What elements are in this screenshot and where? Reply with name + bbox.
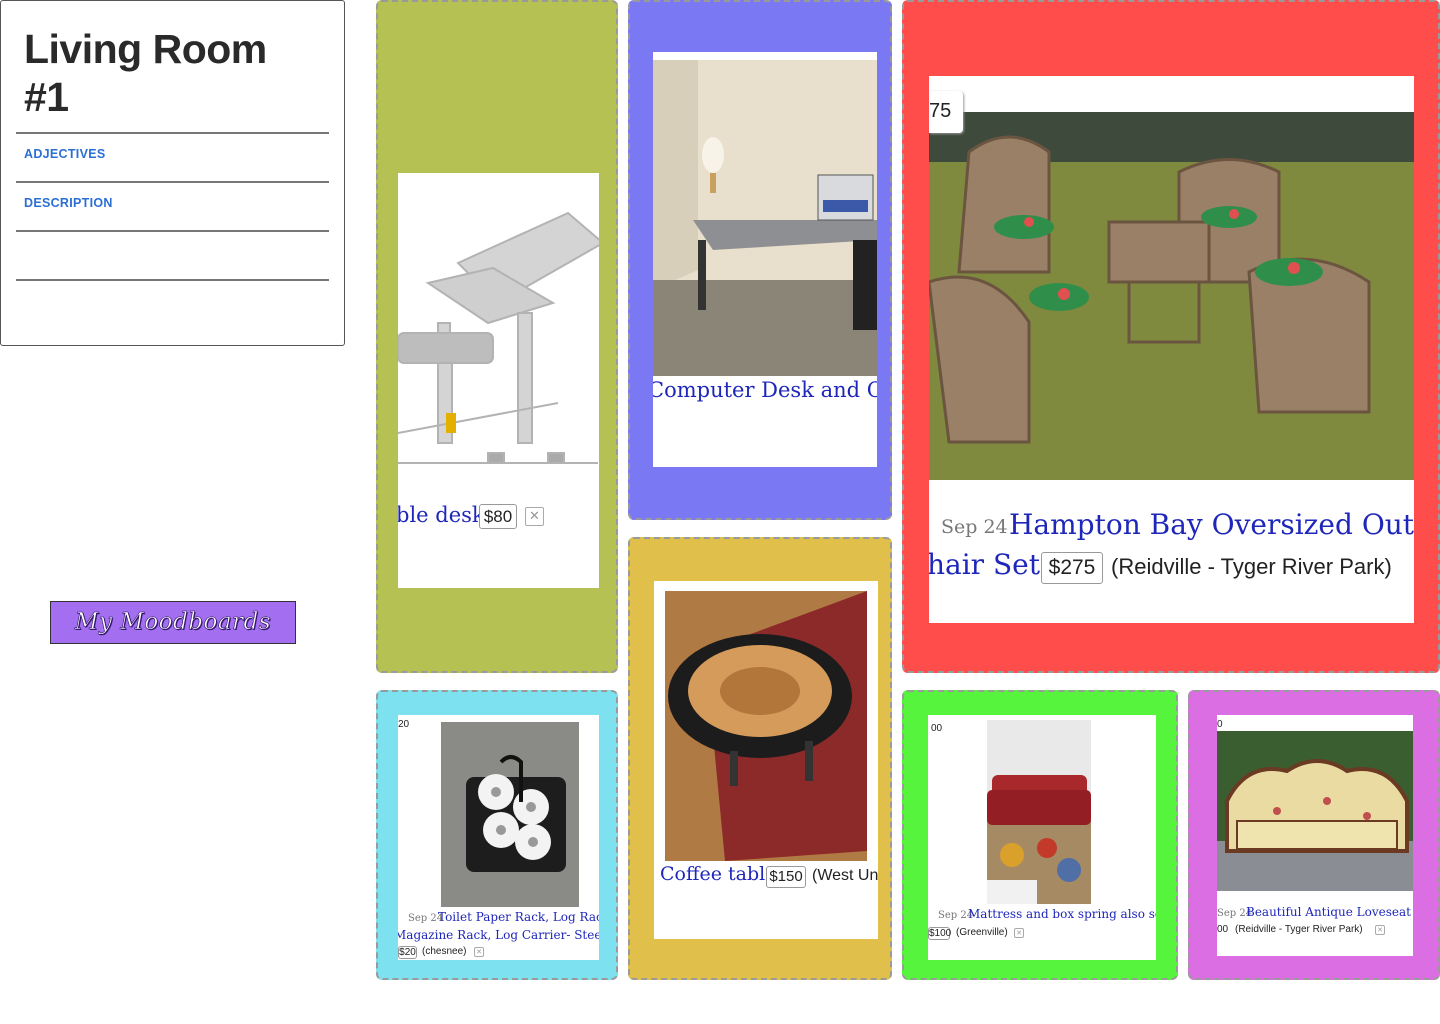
listing-location: (Reidville - Tyger River Park) xyxy=(1111,554,1392,579)
delete-icon[interactable]: ✕ xyxy=(1375,925,1385,935)
my-moodboards-button[interactable]: My Moodboards xyxy=(50,601,296,644)
listing-title-continued[interactable]: Magazine Rack, Log Carrier- Steel - Bl xyxy=(398,928,599,942)
board-info-panel: Living Room #1 ADJECTIVES DESCRIPTION xyxy=(0,0,345,346)
listing-image-count: 20 xyxy=(398,719,410,730)
listing-card: 20 Sep 24 Toilet Paper Rack, Log Rack, M… xyxy=(398,715,599,960)
listing-title-continued[interactable]: hair Set! xyxy=(929,548,1051,581)
listing-photo xyxy=(929,112,1414,480)
listing-photo xyxy=(653,60,877,376)
listing-location: (Greenville) xyxy=(956,927,1008,938)
listing-card: 00 Sep 24 Mattress and box spring also s… xyxy=(928,715,1156,960)
board-tile-hampton-bay[interactable]: 75 Sep 24 Hampton Bay Oversized Outdoor … xyxy=(902,0,1440,673)
board-tile-loveseat[interactable]: 0 Sep 24 Beautiful Antique Loveseat Set … xyxy=(1188,690,1440,980)
listing-price: $100 xyxy=(928,927,952,940)
listing-price: $275 xyxy=(1041,552,1103,584)
listing-card: 0 Sep 24 Beautiful Antique Loveseat Set … xyxy=(1217,715,1413,956)
listing-location: (chesnee) xyxy=(422,946,467,957)
adjectives-link[interactable]: ADJECTIVES xyxy=(24,147,106,161)
listing-title[interactable]: Mattress and box spring also sofa xyxy=(968,907,1156,921)
description-link[interactable]: DESCRIPTION xyxy=(24,196,113,210)
board-tile-toilet-paper-rack[interactable]: 20 Sep 24 Toilet Paper Rack, Log Rack, M… xyxy=(376,690,618,980)
listing-price: $150 xyxy=(766,866,806,888)
listing-card: Computer Desk and Chair xyxy=(653,52,877,467)
delete-icon[interactable]: ✕ xyxy=(1014,928,1024,938)
listing-photo xyxy=(441,722,579,907)
listing-title[interactable]: Beautiful Antique Loveseat Set xyxy=(1246,905,1413,919)
listing-price: 00 xyxy=(1217,924,1229,935)
listing-card: ble desk $80 ✕ xyxy=(398,173,599,588)
listing-price: $20 xyxy=(398,946,417,959)
board-title: Living Room #1 xyxy=(16,1,329,134)
listing-title[interactable]: Hampton Bay Oversized Outdoor xyxy=(1009,508,1414,541)
listing-image-count: 00 xyxy=(931,723,943,734)
board-tile-coffee-table[interactable]: Coffee table $150 (West Un xyxy=(628,537,892,980)
listing-location: (West Un xyxy=(812,867,878,884)
adjectives-row: ADJECTIVES xyxy=(16,134,329,183)
listing-image-count: 0 xyxy=(1217,719,1223,730)
listing-price: $80 xyxy=(479,504,517,529)
listing-image-count: 75 xyxy=(929,91,963,133)
listing-date: Sep 24 xyxy=(941,516,1008,538)
listing-location: (Reidville - Tyger River Park) xyxy=(1235,924,1363,935)
listing-card: Coffee table $150 (West Un xyxy=(654,581,878,939)
listing-title[interactable]: Computer Desk and Chair xyxy=(653,378,877,402)
listing-card: 75 Sep 24 Hampton Bay Oversized Outdoor … xyxy=(929,76,1414,623)
listing-photo xyxy=(987,720,1091,904)
listing-title[interactable]: Coffee table xyxy=(660,863,776,885)
delete-icon[interactable]: ✕ xyxy=(474,947,484,957)
listing-photo xyxy=(1217,731,1413,891)
listing-photo xyxy=(398,173,599,493)
description-row: DESCRIPTION xyxy=(16,183,329,232)
empty-row xyxy=(16,232,329,281)
board-tile-computer-desk[interactable]: Computer Desk and Chair xyxy=(628,0,892,520)
delete-icon[interactable]: ✕ xyxy=(525,507,544,526)
board-tile-study-desk[interactable]: ble desk $80 ✕ xyxy=(376,0,618,673)
listing-title[interactable]: ble desk xyxy=(398,503,485,527)
listing-title[interactable]: Toilet Paper Rack, Log Rack, xyxy=(438,910,599,924)
listing-photo xyxy=(665,591,867,861)
board-tile-mattress-sofa[interactable]: 00 Sep 24 Mattress and box spring also s… xyxy=(902,690,1178,980)
